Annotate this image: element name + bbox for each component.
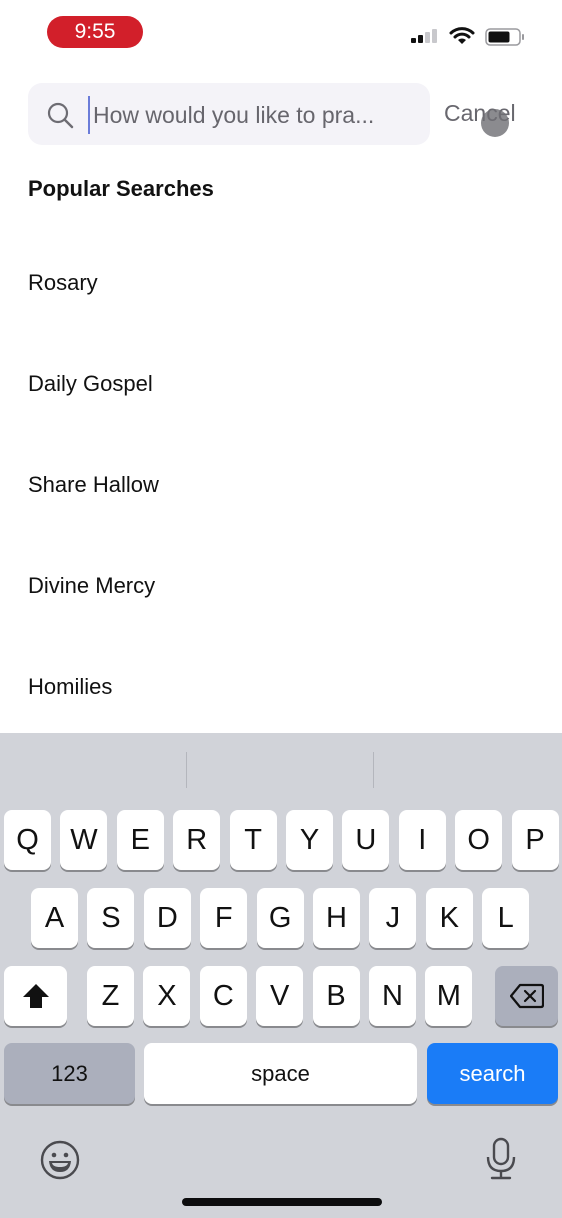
search-key[interactable]: search xyxy=(427,1043,558,1104)
popular-search-item[interactable]: Homilies xyxy=(28,674,112,700)
popular-search-item[interactable]: Daily Gospel xyxy=(28,371,153,397)
key-t[interactable]: T xyxy=(229,810,277,870)
key-m[interactable]: M xyxy=(425,966,473,1026)
space-key[interactable]: space xyxy=(144,1043,417,1104)
key-z[interactable]: Z xyxy=(87,966,134,1026)
battery-icon xyxy=(485,28,524,46)
key-b[interactable]: B xyxy=(312,966,360,1026)
key-n[interactable]: N xyxy=(369,966,416,1026)
key-l[interactable]: L xyxy=(482,888,530,948)
cellular-signal-icon xyxy=(411,29,437,43)
key-a[interactable]: A xyxy=(31,888,78,948)
status-time: 9:55 xyxy=(47,16,143,48)
key-k[interactable]: K xyxy=(425,888,473,948)
key-y[interactable]: Y xyxy=(286,810,333,870)
key-q[interactable]: Q xyxy=(4,810,51,870)
key-e[interactable]: E xyxy=(116,810,164,870)
prediction-divider xyxy=(186,752,187,788)
shift-icon xyxy=(22,984,49,1008)
key-w[interactable]: W xyxy=(60,810,108,870)
key-v[interactable]: V xyxy=(256,966,304,1026)
search-input[interactable] xyxy=(88,96,423,134)
key-d[interactable]: D xyxy=(143,888,191,948)
key-g[interactable]: G xyxy=(256,888,304,948)
popular-searches-title: Popular Searches xyxy=(28,176,214,201)
popular-search-item[interactable]: Rosary xyxy=(28,270,98,296)
key-i[interactable]: I xyxy=(398,810,446,870)
popular-search-item[interactable]: Divine Mercy xyxy=(28,573,155,599)
popular-search-item[interactable]: Share Hallow xyxy=(28,472,159,498)
key-j[interactable]: J xyxy=(369,888,417,948)
search-icon xyxy=(47,102,74,129)
key-f[interactable]: F xyxy=(200,888,248,948)
home-indicator[interactable] xyxy=(182,1198,382,1206)
emoji-icon[interactable] xyxy=(40,1140,80,1180)
wifi-icon xyxy=(449,27,475,44)
key-h[interactable]: H xyxy=(313,888,360,948)
prediction-divider xyxy=(373,752,374,788)
touch-indicator xyxy=(481,109,509,137)
key-x[interactable]: X xyxy=(143,966,191,1026)
microphone-icon[interactable] xyxy=(484,1137,518,1181)
key-c[interactable]: C xyxy=(199,966,247,1026)
key-o[interactable]: O xyxy=(455,810,503,870)
key-s[interactable]: S xyxy=(87,888,135,948)
shift-key[interactable] xyxy=(4,966,67,1026)
delete-key[interactable] xyxy=(495,966,558,1026)
key-u[interactable]: U xyxy=(342,810,390,870)
numbers-key[interactable]: 123 xyxy=(4,1043,135,1104)
key-p[interactable]: P xyxy=(511,810,559,870)
delete-icon xyxy=(509,983,544,1009)
key-r[interactable]: R xyxy=(173,810,221,870)
